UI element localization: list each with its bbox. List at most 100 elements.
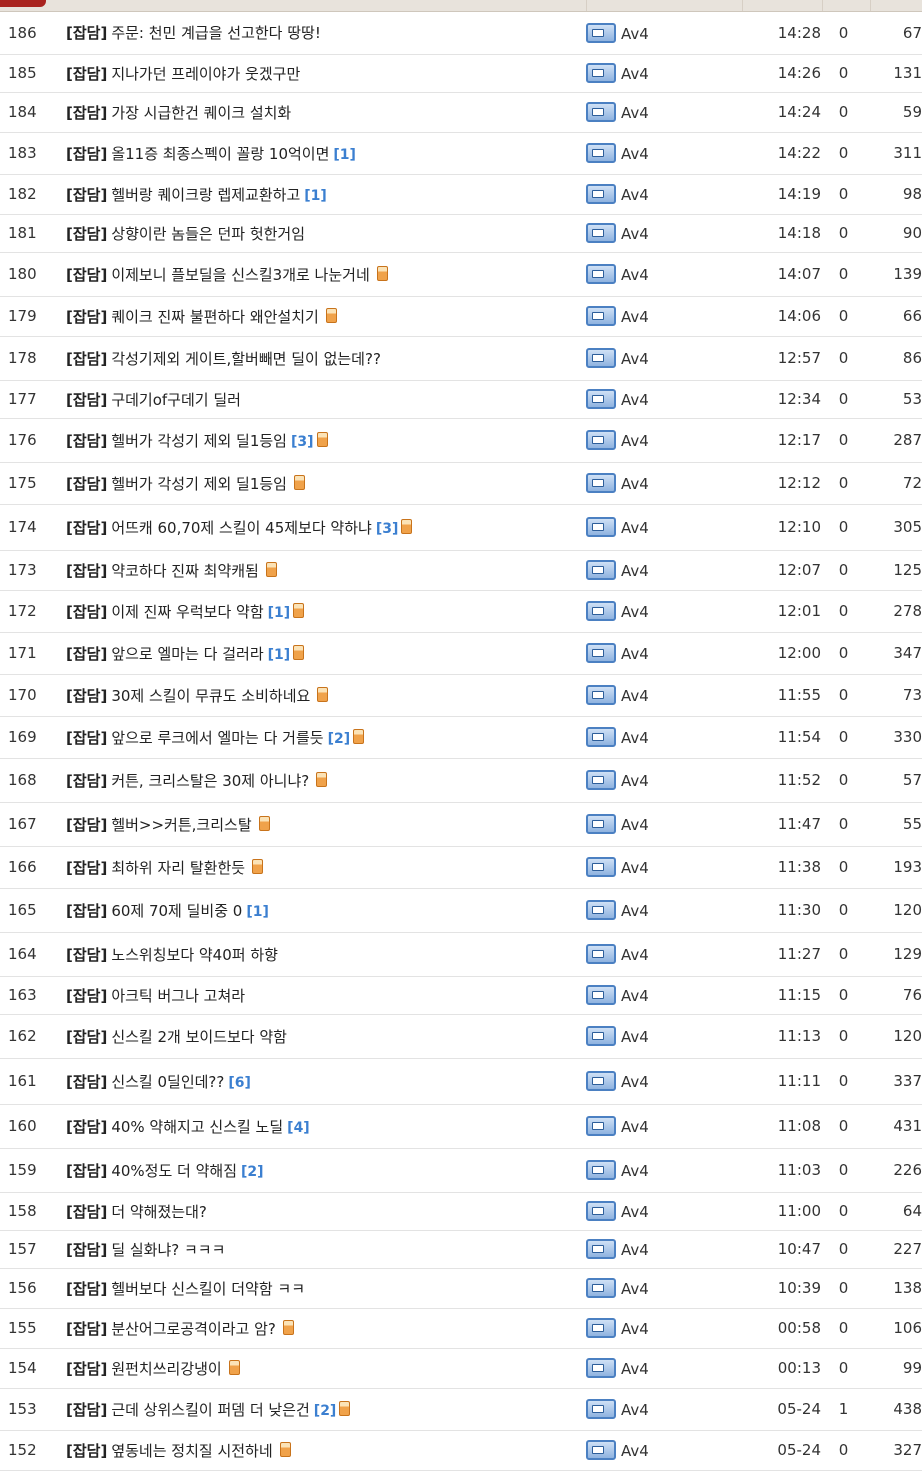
post-author[interactable]: Av4 — [586, 1308, 736, 1349]
post-author[interactable]: Av4 — [586, 1348, 736, 1389]
post-author[interactable]: Av4 — [586, 674, 736, 717]
post-row[interactable]: 164 [잡담] 노스위칭보다 약40퍼 하향 Av4 11:27 0 129 — [0, 932, 922, 977]
post-row[interactable]: 154 [잡담] 원펀치쓰리강냉이 Av4 00:13 0 99 — [0, 1348, 922, 1389]
post-title-cell[interactable]: [잡담] 신스킬 2개 보이드보다 약함 — [66, 1014, 586, 1059]
author-name[interactable]: Av4 — [621, 729, 649, 747]
post-row[interactable]: 182 [잡담] 헬버랑 퀘이크랑 렙제교환하고 [1] Av4 14:19 0 98 — [0, 174, 922, 215]
comment-count-link[interactable]: [1] — [268, 605, 291, 621]
author-name[interactable]: Av4 — [621, 946, 649, 964]
comment-count-link[interactable]: [3] — [376, 521, 399, 537]
author-name[interactable]: Av4 — [621, 1118, 649, 1136]
post-title-link[interactable]: 40%정도 더 약해짐 — [111, 1162, 237, 1180]
post-row[interactable]: 185 [잡담] 지나가던 프레이야가 웃겠구만 Av4 14:26 0 131 — [0, 54, 922, 93]
post-title-link[interactable]: 어뜨캐 60,70제 스킬이 45제보다 약하냐 — [111, 519, 372, 537]
post-author[interactable]: Av4 — [586, 802, 736, 847]
post-title-cell[interactable]: [잡담] 40% 약해지고 신스킬 노딜 [4] — [66, 1104, 586, 1149]
post-row[interactable]: 175 [잡담] 헬버가 각성기 제외 딜1등임 Av4 12:12 0 72 — [0, 462, 922, 505]
post-row[interactable]: 183 [잡담] 올11증 최종스펙이 꼴랑 10억이면 [1] Av4 14:22 0 31… — [0, 132, 922, 175]
post-title-link[interactable]: 올11증 최종스펙이 꼴랑 10억이면 — [111, 145, 329, 163]
post-title-cell[interactable]: [잡담] 분산어그로공격이라고 암? — [66, 1308, 586, 1349]
post-author[interactable]: Av4 — [586, 92, 736, 133]
post-title-link[interactable]: 헬버가 각성기 제외 딜1등임 — [111, 475, 287, 493]
comment-count-link[interactable]: [1] — [304, 188, 327, 204]
author-name[interactable]: Av4 — [621, 1280, 649, 1298]
author-name[interactable]: Av4 — [621, 687, 649, 705]
post-title-cell[interactable]: [잡담] 앞으로 엘마는 다 걸러라 [1] — [66, 632, 586, 675]
author-name[interactable]: Av4 — [621, 859, 649, 877]
post-author[interactable]: Av4 — [586, 174, 736, 215]
author-name[interactable]: Av4 — [621, 1162, 649, 1180]
author-name[interactable]: Av4 — [621, 266, 649, 284]
post-title-link[interactable]: 60제 70제 딜비중 0 — [111, 902, 242, 920]
author-name[interactable]: Av4 — [621, 987, 649, 1005]
post-row[interactable]: 176 [잡담] 헬버가 각성기 제외 딜1등임 [3] Av4 12:17 0 287 — [0, 418, 922, 463]
post-title-cell[interactable]: [잡담] 주문: 천민 계급을 선고한다 땅땅! — [66, 12, 586, 55]
post-title-link[interactable]: 최하위 자리 탈환한듯 — [111, 859, 245, 877]
post-title-link[interactable]: 딜 실화냐? ㅋㅋㅋ — [111, 1241, 225, 1259]
post-author[interactable]: Av4 — [586, 1148, 736, 1193]
post-title-cell[interactable]: [잡담] 이제보니 플보딜을 신스킬3개로 나눈거네 — [66, 252, 586, 297]
post-title-link[interactable]: 노스위칭보다 약40퍼 하향 — [111, 946, 278, 964]
author-name[interactable]: Av4 — [621, 186, 649, 204]
author-name[interactable]: Av4 — [621, 145, 649, 163]
post-title-link[interactable]: 헬버>>커튼,크리스탈 — [111, 816, 251, 834]
post-title-link[interactable]: 신스킬 2개 보이드보다 약함 — [111, 1028, 287, 1046]
post-title-link[interactable]: 지나가던 프레이야가 웃겠구만 — [111, 65, 300, 83]
author-name[interactable]: Av4 — [621, 1320, 649, 1338]
post-author[interactable]: Av4 — [586, 296, 736, 337]
post-author[interactable]: Av4 — [586, 590, 736, 633]
post-author[interactable]: Av4 — [586, 932, 736, 977]
author-name[interactable]: Av4 — [621, 772, 649, 790]
comment-count-link[interactable]: [2] — [328, 731, 351, 747]
author-name[interactable]: Av4 — [621, 816, 649, 834]
post-title-cell[interactable]: [잡담] 약코하다 진짜 최약캐됨 — [66, 550, 586, 591]
post-title-cell[interactable]: [잡담] 가장 시급한건 퀘이크 설치화 — [66, 92, 586, 133]
post-title-cell[interactable]: [잡담] 커튼, 크리스탈은 30제 아니냐? — [66, 758, 586, 803]
author-name[interactable]: Av4 — [621, 350, 649, 368]
post-row[interactable]: 169 [잡담] 앞으로 루크에서 엘마는 다 거를듯 [2] Av4 11:54 0 330 — [0, 716, 922, 759]
post-title-link[interactable]: 아크틱 버그나 고쳐라 — [111, 987, 245, 1005]
post-row[interactable]: 184 [잡담] 가장 시급한건 퀘이크 설치화 Av4 14:24 0 59 — [0, 92, 922, 133]
post-title-cell[interactable]: [잡담] 근데 상위스킬이 퍼뎀 더 낮은건 [2] — [66, 1388, 586, 1431]
post-author[interactable]: Av4 — [586, 462, 736, 505]
author-name[interactable]: Av4 — [621, 519, 649, 537]
post-title-link[interactable]: 40% 약해지고 신스킬 노딜 — [111, 1118, 283, 1136]
post-title-cell[interactable]: [잡담] 노스위칭보다 약40퍼 하향 — [66, 932, 586, 977]
post-row[interactable]: 157 [잡담] 딜 실화냐? ㅋㅋㅋ Av4 10:47 0 227 — [0, 1230, 922, 1269]
post-title-cell[interactable]: [잡담] 상향이란 놈들은 던파 헛한거임 — [66, 214, 586, 253]
post-title-link[interactable]: 옆동네는 정치질 시전하네 — [111, 1442, 272, 1460]
post-row[interactable]: 156 [잡담] 헬버보다 신스킬이 더약함 ㅋㅋ Av4 10:39 0 138 — [0, 1268, 922, 1309]
post-author[interactable]: Av4 — [586, 1058, 736, 1105]
post-title-link[interactable]: 앞으로 루크에서 엘마는 다 거를듯 — [111, 729, 323, 747]
post-row[interactable]: 167 [잡담] 헬버>>커튼,크리스탈 Av4 11:47 0 55 — [0, 802, 922, 847]
post-title-cell[interactable]: [잡담] 올11증 최종스펙이 꼴랑 10억이면 [1] — [66, 132, 586, 175]
comment-count-link[interactable]: [3] — [291, 434, 314, 450]
post-author[interactable]: Av4 — [586, 132, 736, 175]
post-title-link[interactable]: 상향이란 놈들은 던파 헛한거임 — [111, 225, 305, 243]
post-title-cell[interactable]: [잡담] 더 약해졌는대? — [66, 1192, 586, 1231]
post-title-cell[interactable]: [잡담] 헬버보다 신스킬이 더약함 ㅋㅋ — [66, 1268, 586, 1309]
author-name[interactable]: Av4 — [621, 562, 649, 580]
author-name[interactable]: Av4 — [621, 475, 649, 493]
post-author[interactable]: Av4 — [586, 888, 736, 933]
post-row[interactable]: 168 [잡담] 커튼, 크리스탈은 30제 아니냐? Av4 11:52 0 57 — [0, 758, 922, 803]
author-name[interactable]: Av4 — [621, 1028, 649, 1046]
post-author[interactable]: Av4 — [586, 550, 736, 591]
post-author[interactable]: Av4 — [586, 716, 736, 759]
comment-count-link[interactable]: [1] — [333, 147, 356, 163]
post-author[interactable]: Av4 — [586, 1230, 736, 1269]
author-name[interactable]: Av4 — [621, 603, 649, 621]
post-author[interactable]: Av4 — [586, 418, 736, 463]
post-author[interactable]: Av4 — [586, 976, 736, 1015]
post-row[interactable]: 161 [잡담] 신스킬 0딜인데?? [6] Av4 11:11 0 337 — [0, 1058, 922, 1105]
post-title-cell[interactable]: [잡담] 각성기제외 게이트,할버빼면 딜이 없는데?? — [66, 336, 586, 381]
post-author[interactable]: Av4 — [586, 252, 736, 297]
post-title-cell[interactable]: [잡담] 헬버가 각성기 제외 딜1등임 — [66, 462, 586, 505]
post-row[interactable]: 153 [잡담] 근데 상위스킬이 퍼뎀 더 낮은건 [2] Av4 05-24 1 438 — [0, 1388, 922, 1431]
post-author[interactable]: Av4 — [586, 846, 736, 889]
post-row[interactable]: 172 [잡담] 이제 진짜 우럭보다 약함 [1] Av4 12:01 0 278 — [0, 590, 922, 633]
post-row[interactable]: 171 [잡담] 앞으로 엘마는 다 걸러라 [1] Av4 12:00 0 347 — [0, 632, 922, 675]
post-row[interactable]: 155 [잡담] 분산어그로공격이라고 암? Av4 00:58 0 106 — [0, 1308, 922, 1349]
author-name[interactable]: Av4 — [621, 432, 649, 450]
post-title-link[interactable]: 각성기제외 게이트,할버빼면 딜이 없는데?? — [111, 350, 381, 368]
